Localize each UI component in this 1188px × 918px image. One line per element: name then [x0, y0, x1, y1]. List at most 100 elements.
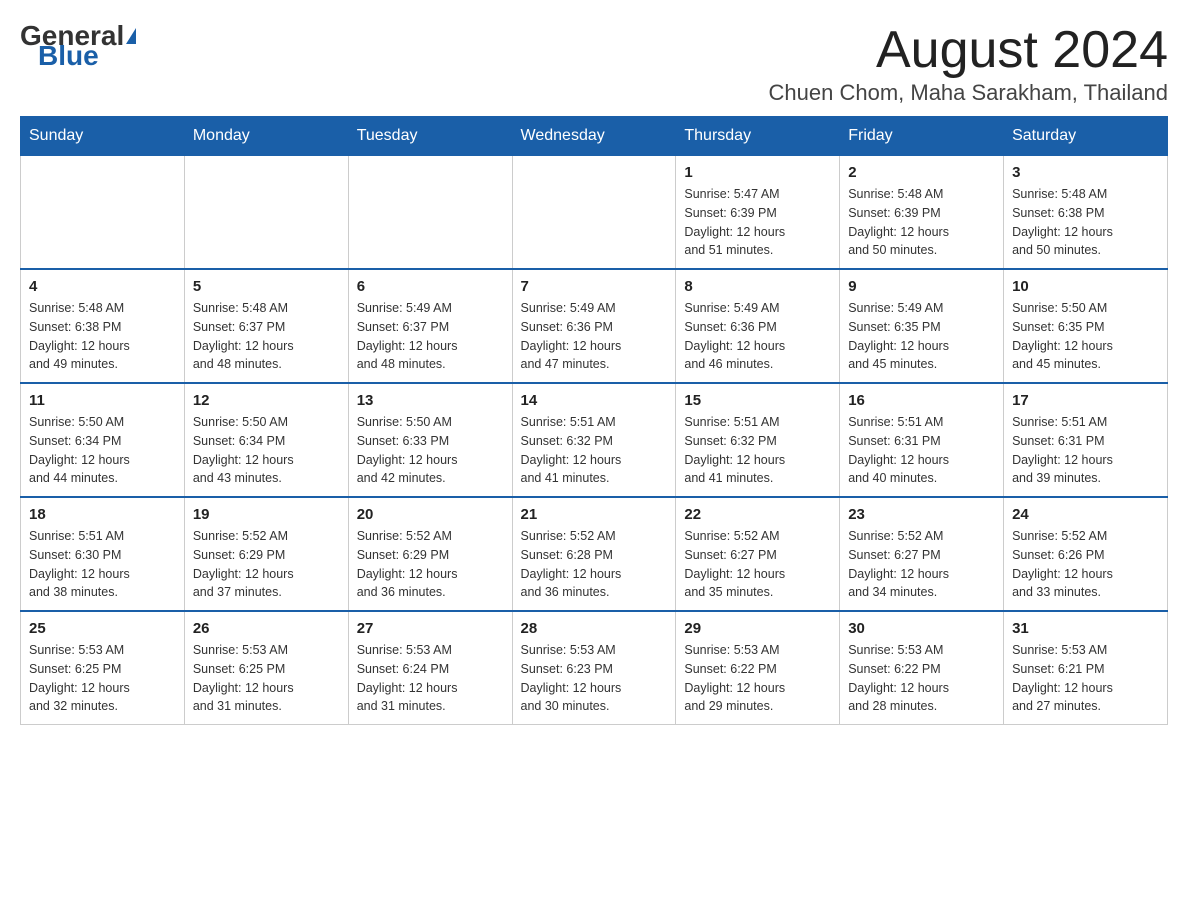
weekday-header-sunday: Sunday [21, 117, 185, 156]
day-number: 28 [521, 620, 668, 637]
calendar-cell: 20 Sunrise: 5:52 AMSunset: 6:29 PMDayligh… [348, 497, 512, 611]
calendar-cell: 15 Sunrise: 5:51 AMSunset: 6:32 PMDayligh… [676, 383, 840, 497]
calendar-cell: 17 Sunrise: 5:51 AMSunset: 6:31 PMDayligh… [1004, 383, 1168, 497]
calendar-table: SundayMondayTuesdayWednesdayThursdayFrid… [20, 116, 1168, 725]
calendar-week-row: 1 Sunrise: 5:47 AMSunset: 6:39 PMDaylight… [21, 156, 1168, 270]
calendar-cell [21, 156, 185, 270]
day-number: 8 [684, 278, 831, 295]
day-info: Sunrise: 5:53 AMSunset: 6:25 PMDaylight:… [193, 641, 340, 716]
day-info: Sunrise: 5:50 AMSunset: 6:35 PMDaylight:… [1012, 299, 1159, 374]
day-number: 25 [29, 620, 176, 637]
day-number: 22 [684, 506, 831, 523]
calendar-cell: 14Sunrise: 5:51 AMSunset: 6:32 PMDayligh… [512, 383, 676, 497]
calendar-cell: 3Sunrise: 5:48 AMSunset: 6:38 PMDaylight… [1004, 156, 1168, 270]
calendar-cell [348, 156, 512, 270]
calendar-cell: 19 Sunrise: 5:52 AMSunset: 6:29 PMDayligh… [184, 497, 348, 611]
weekday-header-wednesday: Wednesday [512, 117, 676, 156]
weekday-header-monday: Monday [184, 117, 348, 156]
calendar-header: SundayMondayTuesdayWednesdayThursdayFrid… [21, 117, 1168, 156]
day-number: 13 [357, 392, 504, 409]
day-info: Sunrise: 5:52 AMSunset: 6:27 PMDaylight:… [848, 527, 995, 602]
day-number: 20 [357, 506, 504, 523]
calendar-week-row: 11 Sunrise: 5:50 AMSunset: 6:34 PMDayligh… [21, 383, 1168, 497]
weekday-header-saturday: Saturday [1004, 117, 1168, 156]
calendar-week-row: 25 Sunrise: 5:53 AMSunset: 6:25 PMDayligh… [21, 611, 1168, 725]
calendar-cell [184, 156, 348, 270]
day-number: 4 [29, 278, 176, 295]
day-number: 29 [684, 620, 831, 637]
page-header: General Blue August 2024 Chuen Chom, Mah… [20, 20, 1168, 106]
calendar-cell: 31 Sunrise: 5:53 AMSunset: 6:21 PMDayligh… [1004, 611, 1168, 725]
day-info: Sunrise: 5:51 AMSunset: 6:31 PMDaylight:… [848, 413, 995, 488]
logo-triangle-icon [126, 28, 136, 44]
day-number: 19 [193, 506, 340, 523]
day-number: 16 [848, 392, 995, 409]
day-number: 30 [848, 620, 995, 637]
day-info: Sunrise: 5:52 AMSunset: 6:29 PMDaylight:… [193, 527, 340, 602]
day-info: Sunrise: 5:52 AMSunset: 6:29 PMDaylight:… [357, 527, 504, 602]
calendar-cell: 8 Sunrise: 5:49 AMSunset: 6:36 PMDaylight… [676, 269, 840, 383]
day-number: 12 [193, 392, 340, 409]
weekday-header-tuesday: Tuesday [348, 117, 512, 156]
calendar-cell: 7Sunrise: 5:49 AMSunset: 6:36 PMDaylight… [512, 269, 676, 383]
day-number: 11 [29, 392, 176, 409]
calendar-cell: 12 Sunrise: 5:50 AMSunset: 6:34 PMDayligh… [184, 383, 348, 497]
weekday-header-thursday: Thursday [676, 117, 840, 156]
day-info: Sunrise: 5:49 AMSunset: 6:37 PMDaylight:… [357, 299, 504, 374]
day-number: 31 [1012, 620, 1159, 637]
day-number: 10 [1012, 278, 1159, 295]
day-info: Sunrise: 5:52 AMSunset: 6:27 PMDaylight:… [684, 527, 831, 602]
day-info: Sunrise: 5:48 AMSunset: 6:37 PMDaylight:… [193, 299, 340, 374]
calendar-week-row: 4 Sunrise: 5:48 AMSunset: 6:38 PMDaylight… [21, 269, 1168, 383]
calendar-cell: 28 Sunrise: 5:53 AMSunset: 6:23 PMDayligh… [512, 611, 676, 725]
weekday-header-row: SundayMondayTuesdayWednesdayThursdayFrid… [21, 117, 1168, 156]
day-info: Sunrise: 5:52 AMSunset: 6:28 PMDaylight:… [521, 527, 668, 602]
day-number: 2 [848, 164, 995, 181]
day-number: 26 [193, 620, 340, 637]
calendar-cell: 6 Sunrise: 5:49 AMSunset: 6:37 PMDaylight… [348, 269, 512, 383]
day-info: Sunrise: 5:50 AMSunset: 6:34 PMDaylight:… [193, 413, 340, 488]
day-info: Sunrise: 5:47 AMSunset: 6:39 PMDaylight:… [684, 185, 831, 260]
day-info: Sunrise: 5:48 AMSunset: 6:38 PMDaylight:… [29, 299, 176, 374]
day-info: Sunrise: 5:52 AMSunset: 6:26 PMDaylight:… [1012, 527, 1159, 602]
calendar-cell: 30 Sunrise: 5:53 AMSunset: 6:22 PMDayligh… [840, 611, 1004, 725]
calendar-cell: 21 Sunrise: 5:52 AMSunset: 6:28 PMDayligh… [512, 497, 676, 611]
day-info: Sunrise: 5:53 AMSunset: 6:25 PMDaylight:… [29, 641, 176, 716]
calendar-cell: 22 Sunrise: 5:52 AMSunset: 6:27 PMDayligh… [676, 497, 840, 611]
day-number: 27 [357, 620, 504, 637]
day-number: 21 [521, 506, 668, 523]
day-info: Sunrise: 5:53 AMSunset: 6:21 PMDaylight:… [1012, 641, 1159, 716]
calendar-cell: 13 Sunrise: 5:50 AMSunset: 6:33 PMDayligh… [348, 383, 512, 497]
day-info: Sunrise: 5:53 AMSunset: 6:22 PMDaylight:… [848, 641, 995, 716]
day-info: Sunrise: 5:48 AMSunset: 6:39 PMDaylight:… [848, 185, 995, 260]
title-section: August 2024 Chuen Chom, Maha Sarakham, T… [769, 20, 1168, 106]
day-info: Sunrise: 5:48 AMSunset: 6:38 PMDaylight:… [1012, 185, 1159, 260]
calendar-cell [512, 156, 676, 270]
calendar-week-row: 18Sunrise: 5:51 AMSunset: 6:30 PMDayligh… [21, 497, 1168, 611]
calendar-cell: 11Sunrise: 5:50 AMSunset: 6:34 PMDayligh… [21, 383, 185, 497]
day-info: Sunrise: 5:51 AMSunset: 6:31 PMDaylight:… [1012, 413, 1159, 488]
logo: General Blue [20, 20, 136, 72]
day-info: Sunrise: 5:53 AMSunset: 6:23 PMDaylight:… [521, 641, 668, 716]
day-info: Sunrise: 5:50 AMSunset: 6:33 PMDaylight:… [357, 413, 504, 488]
logo-blue: Blue [38, 40, 99, 72]
day-number: 5 [193, 278, 340, 295]
calendar-cell: 27 Sunrise: 5:53 AMSunset: 6:24 PMDayligh… [348, 611, 512, 725]
calendar-cell: 16 Sunrise: 5:51 AMSunset: 6:31 PMDayligh… [840, 383, 1004, 497]
day-info: Sunrise: 5:53 AMSunset: 6:24 PMDaylight:… [357, 641, 504, 716]
day-number: 15 [684, 392, 831, 409]
day-number: 1 [684, 164, 831, 181]
calendar-cell: 5 Sunrise: 5:48 AMSunset: 6:37 PMDaylight… [184, 269, 348, 383]
day-info: Sunrise: 5:51 AMSunset: 6:32 PMDaylight:… [684, 413, 831, 488]
calendar-cell: 25 Sunrise: 5:53 AMSunset: 6:25 PMDayligh… [21, 611, 185, 725]
calendar-cell: 10 Sunrise: 5:50 AMSunset: 6:35 PMDayligh… [1004, 269, 1168, 383]
day-number: 14 [521, 392, 668, 409]
day-info: Sunrise: 5:51 AMSunset: 6:30 PMDaylight:… [29, 527, 176, 602]
location-title: Chuen Chom, Maha Sarakham, Thailand [769, 80, 1168, 106]
day-number: 17 [1012, 392, 1159, 409]
calendar-cell: 9Sunrise: 5:49 AMSunset: 6:35 PMDaylight… [840, 269, 1004, 383]
month-title: August 2024 [769, 20, 1168, 80]
day-number: 6 [357, 278, 504, 295]
day-number: 23 [848, 506, 995, 523]
day-info: Sunrise: 5:49 AMSunset: 6:36 PMDaylight:… [684, 299, 831, 374]
